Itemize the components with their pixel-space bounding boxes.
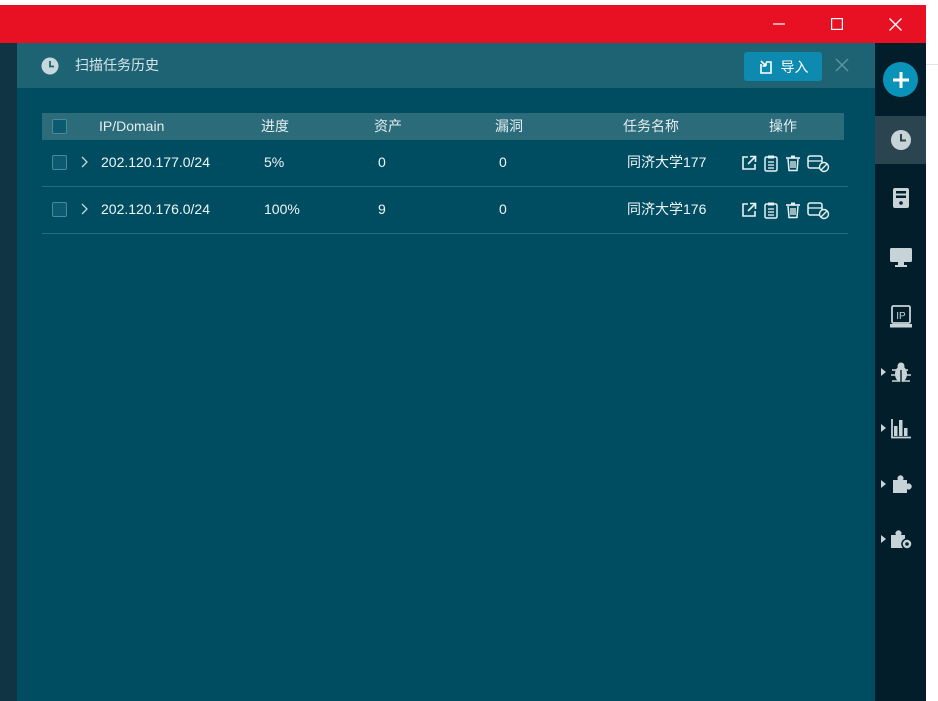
close-window-button[interactable] <box>866 5 924 43</box>
panel-close-button[interactable] <box>832 55 852 75</box>
report-icon[interactable] <box>762 154 780 172</box>
delete-icon[interactable] <box>784 154 802 172</box>
right-edge <box>926 43 938 701</box>
cell-assets: 9 <box>378 201 386 217</box>
left-edge <box>0 43 17 701</box>
sidebar-item-vulns[interactable] <box>875 348 926 396</box>
maximize-button[interactable] <box>808 5 866 43</box>
import-label: 导入 <box>780 58 809 75</box>
report-icon[interactable] <box>762 201 780 219</box>
close-icon <box>888 17 902 31</box>
import-icon <box>759 59 772 74</box>
right-sidebar: IP <box>875 43 926 701</box>
server-icon <box>892 188 909 208</box>
bug-icon <box>890 362 911 382</box>
header-actions: 操作 <box>769 118 797 134</box>
delete-icon[interactable] <box>784 201 802 219</box>
import-button[interactable]: 导入 <box>744 52 822 81</box>
expand-caret-icon <box>881 480 886 488</box>
add-button[interactable] <box>883 62 918 97</box>
table-row[interactable]: 202.120.176.0/24 100% 9 0 同济大学176 <box>42 187 848 234</box>
cell-progress: 100% <box>264 201 300 217</box>
header-assets: 资产 <box>374 118 402 134</box>
sidebar-item-plugins[interactable] <box>875 460 926 508</box>
sidebar-item-plugin-settings[interactable] <box>875 515 926 563</box>
ip-icon-text: IP <box>896 311 906 322</box>
chart-icon <box>890 419 911 439</box>
sidebar-item-stats[interactable] <box>875 404 926 452</box>
ip-icon: IP <box>889 305 912 328</box>
cell-task-name: 同济大学176 <box>627 201 707 217</box>
history-icon <box>41 57 59 75</box>
scan-history-panel: 扫描任务历史 导入 IP/Domain 进度 资产 漏洞 任务名称 操作 202… <box>17 43 875 701</box>
cell-ip: 202.120.177.0/24 <box>101 154 210 170</box>
row-checkbox[interactable] <box>52 202 67 217</box>
maximize-icon <box>831 18 843 30</box>
minimize-button[interactable] <box>750 5 808 43</box>
cell-assets: 0 <box>378 154 386 170</box>
chevron-right-icon[interactable] <box>79 200 91 218</box>
sidebar-item-history[interactable] <box>875 116 926 164</box>
plugin-settings-icon <box>890 530 913 550</box>
cell-vulns: 0 <box>499 201 507 217</box>
sidebar-item-server[interactable] <box>875 174 926 222</box>
cell-ip: 202.120.176.0/24 <box>101 201 210 217</box>
close-icon <box>835 58 849 72</box>
header-ip: IP/Domain <box>99 118 165 134</box>
select-all-checkbox[interactable] <box>52 119 67 134</box>
chevron-right-icon[interactable] <box>79 153 91 171</box>
plugin-icon <box>892 475 912 493</box>
panel-header: 扫描任务历史 导入 <box>17 43 875 88</box>
cell-task-name: 同济大学177 <box>627 154 707 170</box>
minimize-icon <box>773 23 785 25</box>
sidebar-item-monitor[interactable] <box>875 233 926 281</box>
history-icon <box>890 130 911 150</box>
expand-caret-icon <box>881 535 886 543</box>
row-actions <box>740 153 830 173</box>
disable-icon[interactable] <box>806 200 830 220</box>
add-icon <box>892 71 909 88</box>
disable-icon[interactable] <box>806 153 830 173</box>
expand-caret-icon <box>881 424 886 432</box>
table-row[interactable]: 202.120.177.0/24 5% 0 0 同济大学177 <box>42 140 848 187</box>
header-vulns: 漏洞 <box>495 118 523 134</box>
cell-vulns: 0 <box>499 154 507 170</box>
open-external-icon[interactable] <box>740 154 758 172</box>
panel-title: 扫描任务历史 <box>75 57 159 73</box>
sidebar-item-ip[interactable]: IP <box>875 293 926 341</box>
cell-progress: 5% <box>264 154 285 170</box>
monitor-icon <box>889 248 912 267</box>
header-task-name: 任务名称 <box>623 118 679 134</box>
open-external-icon[interactable] <box>740 201 758 219</box>
row-actions <box>740 200 830 220</box>
window-title-bar <box>0 5 926 43</box>
row-checkbox[interactable] <box>52 155 67 170</box>
table-header: IP/Domain 进度 资产 漏洞 任务名称 操作 <box>42 113 844 140</box>
header-progress: 进度 <box>261 118 289 134</box>
expand-caret-icon <box>881 368 886 376</box>
